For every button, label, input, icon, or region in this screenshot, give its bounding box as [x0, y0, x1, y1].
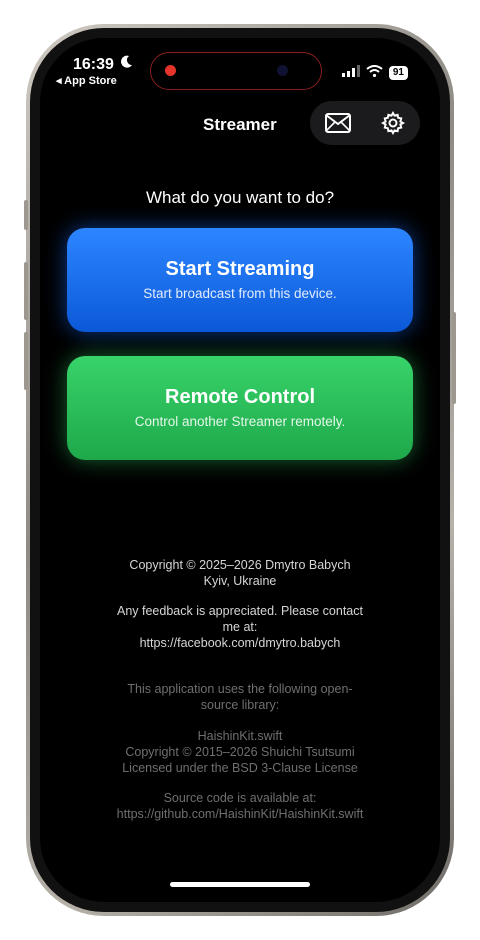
remote-control-button[interactable]: Remote Control Control another Streamer …: [67, 356, 413, 460]
home-indicator[interactable]: [170, 882, 310, 887]
power-button: [452, 312, 456, 404]
open-source-notice: This application uses the following open…: [40, 681, 440, 713]
volume-up-button: [24, 262, 28, 320]
feedback-link[interactable]: https://facebook.com/dmytro.babych: [40, 635, 440, 651]
start-streaming-subtitle: Start broadcast from this device.: [143, 286, 337, 301]
library-copyright: Copyright © 2015–2026 Shuichi Tsutsumi: [125, 745, 355, 759]
status-icons: 91: [341, 64, 408, 82]
copyright-block: Copyright © 2025–2026 Dmytro Babych Kyiv…: [40, 557, 440, 589]
volume-down-button: [24, 332, 28, 390]
library-credits: HaishinKit.swift Copyright © 2015–2026 S…: [40, 728, 440, 776]
library-name: HaishinKit.swift: [197, 729, 283, 743]
back-to-app-store[interactable]: ◂ App Store: [56, 74, 117, 87]
status-time: 16:39: [73, 56, 114, 73]
oss-text: source library:: [200, 698, 280, 712]
start-streaming-button[interactable]: Start Streaming Start broadcast from thi…: [67, 228, 413, 332]
prompt-text: What do you want to do?: [145, 188, 335, 207]
camera-dot: [277, 65, 288, 76]
location-text: Kyiv, Ukraine: [203, 574, 277, 588]
copyright-text: Copyright © 2025–2026 Dmytro Babych: [129, 558, 351, 572]
source-text: Source code is available at:: [163, 791, 317, 805]
wifi-icon: [366, 64, 383, 82]
source-code-notice: Source code is available at: https://git…: [40, 790, 440, 822]
screen: 16:39 ◂ App Store 91 Streamer What do yo…: [40, 38, 440, 902]
feedback-block: Any feedback is appreciated. Please cont…: [40, 603, 440, 651]
action-button: [24, 200, 28, 230]
mail-icon[interactable]: [323, 108, 353, 138]
library-license: Licensed under the BSD 3-Clause License: [122, 761, 358, 775]
nav-actions: [310, 101, 420, 145]
start-streaming-title: Start Streaming: [165, 258, 315, 280]
remote-control-subtitle: Control another Streamer remotely.: [134, 414, 346, 429]
feedback-text: me at:: [222, 620, 258, 634]
moon-icon: [120, 55, 133, 73]
remote-control-title: Remote Control: [165, 386, 315, 408]
gear-icon[interactable]: [378, 108, 408, 138]
battery-icon: 91: [388, 66, 408, 80]
dynamic-island: [150, 52, 322, 90]
source-link[interactable]: https://github.com/HaishinKit/HaishinKit…: [40, 806, 440, 822]
recording-indicator: [165, 65, 176, 76]
nav-title: Streamer: [203, 115, 277, 134]
feedback-text: Any feedback is appreciated. Please cont…: [117, 604, 363, 618]
oss-text: This application uses the following open…: [127, 682, 353, 696]
signal-icon: [341, 64, 360, 82]
